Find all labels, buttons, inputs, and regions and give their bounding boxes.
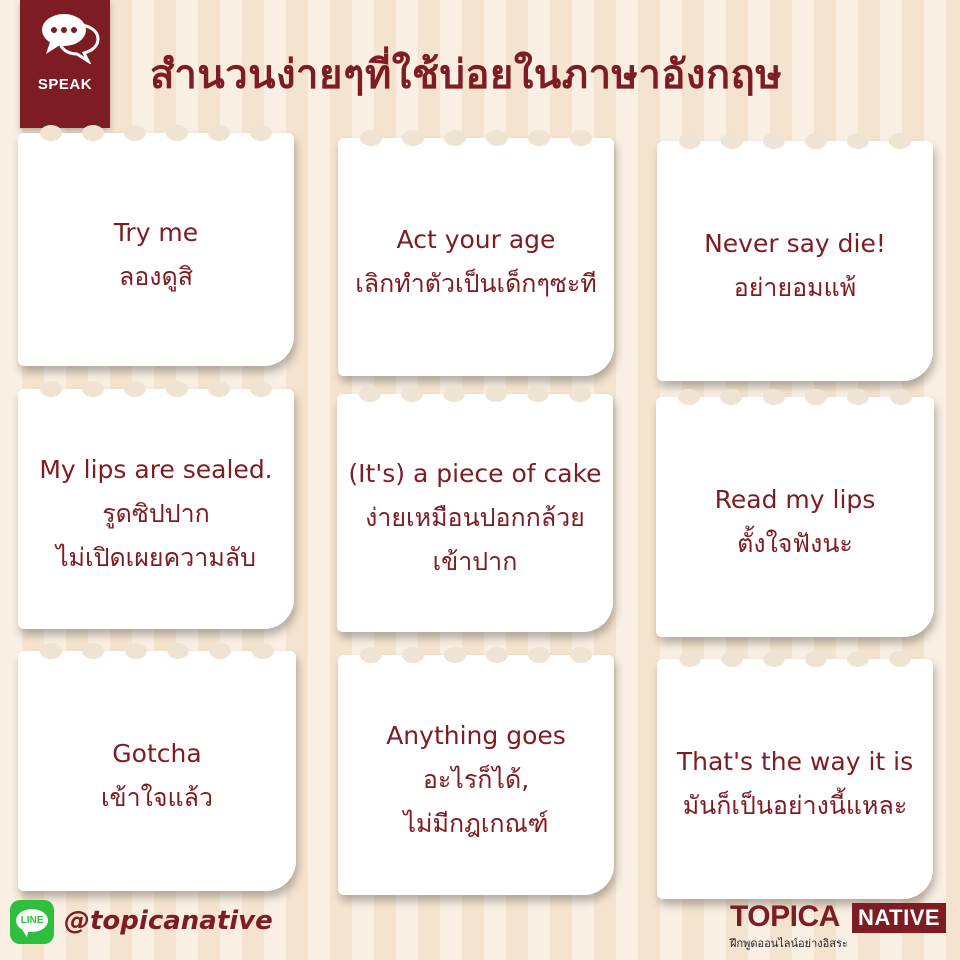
idiom-english: Anything goes bbox=[386, 721, 566, 750]
idiom-card: (It's) a piece of cake ง่ายเหมือนปอกกล้ว… bbox=[337, 386, 613, 632]
idiom-card: Anything goes อะไรก็ได้, ไม่มีกฎเกณฑ์ bbox=[338, 647, 614, 895]
idiom-thai: ไม่มีกฎเกณฑ์ bbox=[403, 809, 549, 838]
topica-native-logo: TOPICA NATIVE ฝึกพูดออนไลน์อย่างอิสระ bbox=[730, 900, 960, 956]
logo-tagline: ฝึกพูดออนไลน์อย่างอิสระ bbox=[730, 937, 848, 950]
card-punch-holes bbox=[669, 651, 921, 667]
card-punch-holes bbox=[350, 647, 602, 663]
idiom-thai: ไม่เปิดเผยความลับ bbox=[55, 543, 256, 572]
idiom-english: Read my lips bbox=[714, 485, 876, 514]
card-punch-holes bbox=[350, 130, 602, 146]
idiom-thai: ลองดูสิ bbox=[118, 261, 194, 291]
speech-bubbles-icon bbox=[42, 14, 100, 64]
idiom-thai: เลิกทำตัวเป็นเด็กๆซะที bbox=[355, 269, 597, 298]
card-punch-holes bbox=[668, 389, 922, 405]
idiom-card: My lips are sealed. รูดซิปปาก ไม่เปิดเผย… bbox=[18, 381, 294, 629]
idiom-thai: อย่ายอมแพ้ bbox=[733, 273, 857, 302]
idiom-english: That's the way it is bbox=[676, 747, 914, 776]
idiom-card: Read my lips ตั้งใจฟังนะ bbox=[656, 389, 934, 637]
idiom-english: Never say die! bbox=[704, 229, 886, 258]
badge-label: SPEAK bbox=[37, 76, 93, 93]
speak-badge: SPEAK bbox=[20, 0, 110, 128]
idiom-thai: เข้าใจแล้ว bbox=[101, 783, 213, 812]
card-punch-holes bbox=[30, 125, 282, 141]
idiom-english: Gotcha bbox=[112, 739, 202, 768]
idiom-card: Act your age เลิกทำตัวเป็นเด็กๆซะที bbox=[338, 130, 614, 376]
line-app-icon: LINE bbox=[10, 900, 54, 944]
idiom-english: Act your age bbox=[396, 225, 556, 254]
idiom-thai: มันก็เป็นอย่างนี้แหละ bbox=[682, 791, 908, 820]
logo-topica: TOPICA bbox=[730, 900, 840, 933]
idiom-card: Try me ลองดูสิ bbox=[18, 125, 294, 366]
card-punch-holes bbox=[349, 386, 601, 402]
idiom-card: Never say die! อย่ายอมแพ้ bbox=[657, 133, 933, 381]
idiom-thai: ง่ายเหมือนปอกกล้วย bbox=[365, 503, 585, 532]
idiom-english: Try me bbox=[113, 217, 199, 247]
line-icon-label: LINE bbox=[20, 915, 44, 926]
logo-native: NATIVE bbox=[852, 903, 947, 933]
page-title: สำนวนง่ายๆที่ใช้บ่อยในภาษาอังกฤษ bbox=[150, 52, 783, 98]
idiom-english: My lips are sealed. bbox=[39, 455, 273, 484]
idiom-thai: ตั้งใจฟังนะ bbox=[737, 529, 853, 558]
idiom-card: That's the way it is มันก็เป็นอย่างนี้แห… bbox=[657, 651, 933, 899]
idiom-card: Gotcha เข้าใจแล้ว bbox=[18, 643, 296, 891]
card-punch-holes bbox=[30, 643, 284, 659]
line-handle: @topicanative bbox=[64, 906, 273, 936]
card-punch-holes bbox=[669, 133, 921, 149]
card-punch-holes bbox=[30, 381, 282, 397]
idiom-thai: อะไรก็ได้, bbox=[422, 765, 530, 794]
idiom-thai: รูดซิปปาก bbox=[102, 499, 210, 528]
idiom-thai: เข้าปาก bbox=[432, 547, 518, 576]
idiom-english: (It's) a piece of cake bbox=[348, 459, 602, 488]
